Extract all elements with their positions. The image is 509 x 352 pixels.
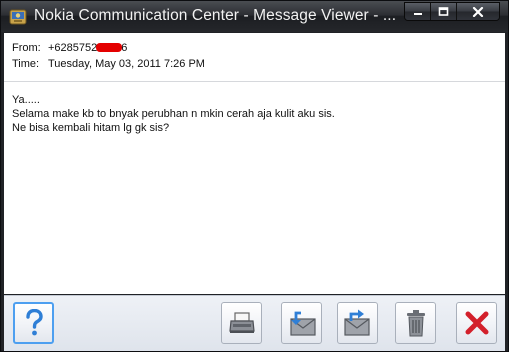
window-title: Nokia Communication Center - Message Vie… (34, 7, 397, 24)
forward-button[interactable] (337, 302, 378, 344)
minimize-icon (413, 12, 422, 15)
time-value: Tuesday, May 03, 2011 7:26 PM (48, 58, 205, 70)
from-number-suffix: 6 (121, 42, 128, 54)
from-row: From: +6285752 6 (12, 42, 127, 54)
reply-envelope-icon (289, 311, 316, 336)
from-number-prefix: +6285752 (48, 42, 98, 54)
reply-button[interactable] (281, 302, 322, 344)
close-icon (472, 6, 484, 17)
message-line: Ne bisa kembali hitam lg gk sis? (12, 122, 170, 134)
message-line: Ya..... (12, 94, 40, 106)
help-button[interactable] (13, 302, 54, 344)
nokia-app-icon (9, 9, 27, 25)
trash-icon (406, 310, 425, 337)
title-bar[interactable]: Nokia Communication Center - Message Vie… (1, 1, 508, 32)
question-mark-icon (25, 309, 43, 336)
message-body[interactable]: Ya..... Selama make kb to bnyak perubhan… (4, 82, 505, 294)
print-button[interactable] (221, 302, 262, 344)
close-message-button[interactable] (456, 302, 497, 344)
printer-icon (228, 312, 255, 333)
red-x-icon (465, 311, 488, 335)
time-row: Time: Tuesday, May 03, 2011 7:26 PM (12, 58, 205, 70)
action-toolbar (4, 295, 505, 351)
time-label: Time: (12, 58, 40, 70)
maximize-icon (438, 7, 449, 16)
message-line: Selama make kb to bnyak perubhan n mkin … (12, 108, 335, 120)
message-header: From: +6285752 6 Time: Tuesday, May 03, 201… (4, 33, 505, 82)
delete-button[interactable] (395, 302, 436, 344)
maximize-button[interactable] (431, 3, 457, 20)
window-caption-buttons (404, 2, 500, 21)
minimize-button[interactable] (405, 3, 431, 20)
from-label: From: (12, 42, 41, 54)
message-viewer-window: Nokia Communication Center - Message Vie… (0, 0, 509, 352)
forward-envelope-icon (343, 309, 370, 336)
close-window-button[interactable] (457, 3, 499, 20)
redaction-mark (96, 43, 123, 52)
